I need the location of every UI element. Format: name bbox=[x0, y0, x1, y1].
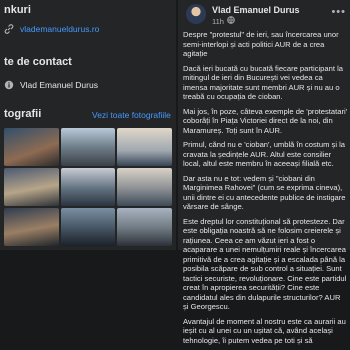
post-paragraph: Avantajul de moment al nostru este ca au… bbox=[183, 316, 346, 345]
photo-thumbnail[interactable] bbox=[4, 128, 59, 166]
photo-grid bbox=[4, 128, 172, 246]
post-paragraph: Dar asta nu e tot: vedem și "ciobani din… bbox=[183, 173, 346, 212]
contact-section-title: te de contact bbox=[4, 56, 72, 68]
contact-name: Vlad Emanuel Durus bbox=[20, 80, 98, 90]
post-author[interactable]: Vlad Emanuel Durus bbox=[212, 5, 300, 15]
post-paragraph: Mai jos, în poze, câteva exemple de 'pro… bbox=[183, 106, 348, 135]
photo-thumbnail[interactable] bbox=[60, 168, 116, 206]
post-paragraph: Este dreptul lor constituțional să prote… bbox=[183, 216, 347, 312]
post-time[interactable]: 11h bbox=[212, 17, 224, 26]
photo-thumbnail[interactable] bbox=[4, 208, 59, 246]
link-icon bbox=[4, 24, 14, 34]
website-row[interactable]: vlademanueldurus.ro bbox=[4, 24, 99, 34]
left-column: nkuri vlademanueldurus.ro te de contact … bbox=[0, 0, 176, 250]
contact-row: Vlad Emanuel Durus bbox=[4, 80, 98, 90]
website-link[interactable]: vlademanueldurus.ro bbox=[20, 24, 99, 34]
photo-thumbnail[interactable] bbox=[117, 168, 172, 206]
info-icon bbox=[4, 80, 14, 90]
photo-thumbnail[interactable] bbox=[4, 168, 59, 206]
post-paragraph: Primul, cănd nu e 'cioban', umblă în cos… bbox=[183, 140, 346, 168]
avatar[interactable] bbox=[186, 4, 206, 24]
photo-thumbnail[interactable] bbox=[117, 128, 172, 166]
post-meta: 11h bbox=[212, 16, 235, 26]
links-section-title: nkuri bbox=[4, 4, 31, 16]
photo-thumbnail[interactable] bbox=[117, 208, 172, 246]
photos-section-title: tografii bbox=[4, 108, 42, 120]
photo-thumbnail[interactable] bbox=[60, 208, 116, 246]
post-body: Despre "protestul" de ieri, sau încercar… bbox=[183, 30, 348, 350]
post-paragraph: Dacă ieri bucată cu bucată fiecare parti… bbox=[183, 63, 343, 102]
see-all-photos-link[interactable]: Vezi toate fotografiile bbox=[92, 110, 171, 120]
photo-thumbnail[interactable] bbox=[60, 128, 116, 166]
globe-icon bbox=[227, 16, 235, 26]
more-options-icon[interactable]: ••• bbox=[331, 6, 346, 18]
post-paragraph: Despre "protestul" de ieri, sau încercar… bbox=[183, 30, 339, 58]
